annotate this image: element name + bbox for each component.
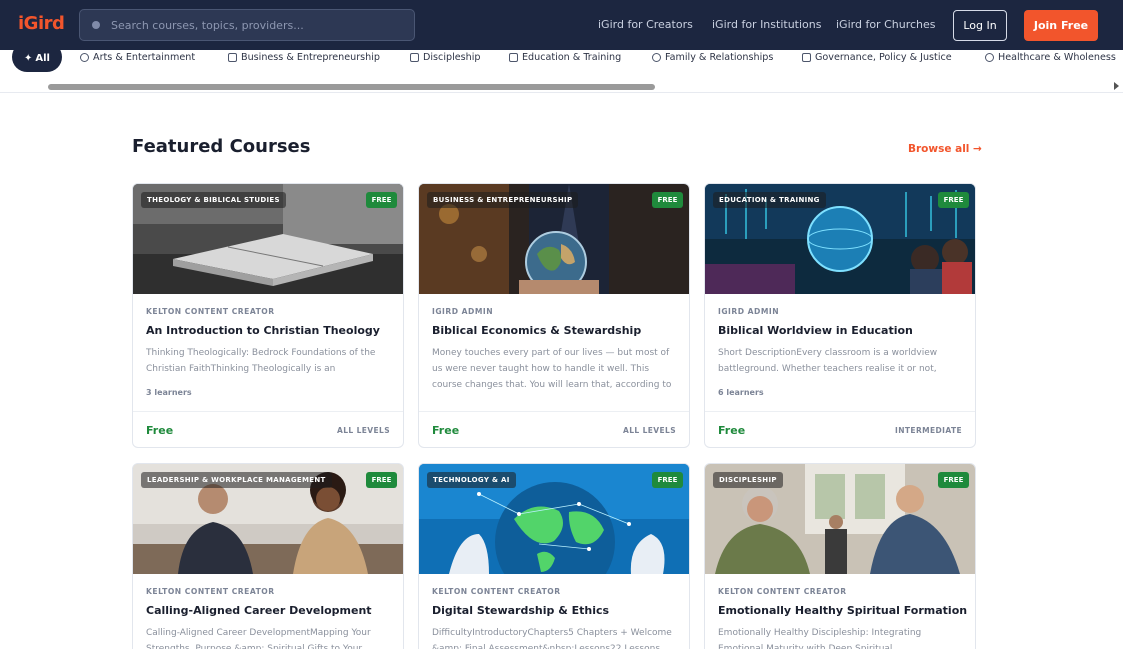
course-thumbnail: DISCIPLESHIP FREE	[705, 464, 975, 574]
section-title: Featured Courses	[132, 136, 311, 157]
course-author: IGIRD ADMIN	[718, 307, 780, 316]
graduation-cap-icon	[509, 53, 518, 62]
course-author: KELTON CONTENT CREATOR	[146, 587, 275, 596]
category-bar: ✦ All Arts & Entertainment Business & En…	[0, 50, 1123, 93]
course-author: KELTON CONTENT CREATOR	[432, 587, 561, 596]
course-description: DifficultyIntroductoryChapters5 Chapters…	[432, 628, 672, 649]
course-author: KELTON CONTENT CREATOR	[718, 587, 847, 596]
course-price: Free	[718, 424, 746, 437]
course-description: Short DescriptionEvery classroom is a wo…	[718, 348, 938, 374]
book-icon	[410, 53, 419, 62]
course-price: Free	[432, 424, 460, 437]
people-icon	[652, 53, 661, 62]
category-discipleship[interactable]: Discipleship	[410, 52, 480, 63]
category-education[interactable]: Education & Training	[509, 52, 621, 63]
category-label: Arts & Entertainment	[93, 52, 196, 63]
course-card[interactable]: EDUCATION & TRAINING FREE IGIRD ADMIN Bi…	[704, 183, 976, 448]
course-card[interactable]: TECHNOLOGY & AI FREE KELTON CONTENT CREA…	[418, 463, 690, 649]
category-badge: EDUCATION & TRAINING	[713, 192, 826, 208]
learner-count: 3 learners	[146, 388, 192, 397]
palette-icon	[80, 53, 89, 62]
category-badge: TECHNOLOGY & AI	[427, 472, 516, 488]
category-all-label: All	[35, 52, 50, 64]
category-family[interactable]: Family & Relationships	[652, 52, 773, 63]
logo[interactable]: iGird	[18, 13, 65, 34]
category-badge: BUSINESS & ENTREPRENEURSHIP	[427, 192, 579, 208]
card-divider	[133, 411, 403, 412]
course-description: Money touches every part of our lives — …	[432, 348, 672, 390]
login-button[interactable]: Log In	[953, 10, 1007, 41]
heart-icon	[985, 53, 994, 62]
search-icon	[92, 21, 100, 29]
scroll-right-arrow-icon[interactable]	[1114, 82, 1119, 90]
join-free-button[interactable]: Join Free	[1024, 10, 1098, 41]
course-description: Emotionally Healthy Discipleship: Integr…	[718, 628, 922, 649]
category-business[interactable]: Business & Entrepreneurship	[228, 52, 380, 63]
course-title[interactable]: An Introduction to Christian Theology	[146, 324, 380, 337]
free-badge: FREE	[366, 472, 397, 488]
nav-link-churches[interactable]: iGird for Churches	[836, 18, 936, 31]
free-badge: FREE	[366, 192, 397, 208]
search-input[interactable]: Search courses, topics, providers...	[79, 9, 415, 41]
course-card[interactable]: BUSINESS & ENTREPRENEURSHIP FREE IGIRD A…	[418, 183, 690, 448]
horizontal-scrollbar[interactable]	[48, 84, 655, 90]
course-title[interactable]: Calling-Aligned Career Development	[146, 604, 372, 617]
browse-all-link[interactable]: Browse all →	[908, 143, 982, 155]
nav-link-creators[interactable]: iGird for Creators	[598, 18, 693, 31]
free-badge: FREE	[652, 192, 683, 208]
category-governance[interactable]: Governance, Policy & Justice	[802, 52, 952, 63]
course-description: Calling-Aligned Career DevelopmentMappin…	[146, 628, 371, 649]
course-description: Thinking Theologically: Bedrock Foundati…	[146, 348, 376, 374]
search-placeholder: Search courses, topics, providers...	[111, 19, 304, 32]
course-title[interactable]: Digital Stewardship & Ethics	[432, 604, 609, 617]
category-label: Business & Entrepreneurship	[241, 52, 380, 63]
course-level: ALL LEVELS	[337, 426, 390, 435]
category-badge: THEOLOGY & BIBLICAL STUDIES	[141, 192, 286, 208]
course-level: ALL LEVELS	[623, 426, 676, 435]
course-card[interactable]: LEADERSHIP & WORKPLACE MANAGEMENT FREE K…	[132, 463, 404, 649]
course-title[interactable]: Biblical Economics & Stewardship	[432, 324, 641, 337]
course-thumbnail: TECHNOLOGY & AI FREE	[419, 464, 689, 574]
institution-icon	[802, 53, 811, 62]
category-label: Family & Relationships	[665, 52, 774, 63]
category-label: Governance, Policy & Justice	[815, 52, 952, 63]
course-title[interactable]: Emotionally Healthy Spiritual Formation	[718, 604, 967, 617]
building-icon	[228, 53, 237, 62]
learner-count: 6 learners	[718, 388, 764, 397]
card-divider	[705, 411, 975, 412]
course-thumbnail: THEOLOGY & BIBLICAL STUDIES FREE	[133, 184, 403, 294]
course-card[interactable]: DISCIPLESHIP FREE KELTON CONTENT CREATOR…	[704, 463, 976, 649]
card-divider	[419, 411, 689, 412]
free-badge: FREE	[938, 472, 969, 488]
category-badge: LEADERSHIP & WORKPLACE MANAGEMENT	[141, 472, 332, 488]
course-author: IGIRD ADMIN	[432, 307, 494, 316]
course-thumbnail: BUSINESS & ENTREPRENEURSHIP FREE	[419, 184, 689, 294]
course-level: INTERMEDIATE	[895, 426, 962, 435]
category-all-button[interactable]: ✦ All	[12, 50, 62, 72]
free-badge: FREE	[938, 192, 969, 208]
sparkle-icon: ✦	[24, 52, 33, 64]
nav-link-institutions[interactable]: iGird for Institutions	[712, 18, 821, 31]
category-badge: DISCIPLESHIP	[713, 472, 783, 488]
course-thumbnail: EDUCATION & TRAINING FREE	[705, 184, 975, 294]
category-label: Healthcare & Wholeness	[998, 52, 1116, 63]
course-title[interactable]: Biblical Worldview in Education	[718, 324, 913, 337]
course-author: KELTON CONTENT CREATOR	[146, 307, 275, 316]
top-header: iGird Search courses, topics, providers.…	[0, 0, 1123, 50]
category-arts[interactable]: Arts & Entertainment	[80, 52, 195, 63]
course-thumbnail: LEADERSHIP & WORKPLACE MANAGEMENT FREE	[133, 464, 403, 574]
course-card[interactable]: THEOLOGY & BIBLICAL STUDIES FREE KELTON …	[132, 183, 404, 448]
course-price: Free	[146, 424, 174, 437]
category-healthcare[interactable]: Healthcare & Wholeness	[985, 52, 1116, 63]
category-label: Education & Training	[522, 52, 622, 63]
category-label: Discipleship	[423, 52, 481, 63]
free-badge: FREE	[652, 472, 683, 488]
